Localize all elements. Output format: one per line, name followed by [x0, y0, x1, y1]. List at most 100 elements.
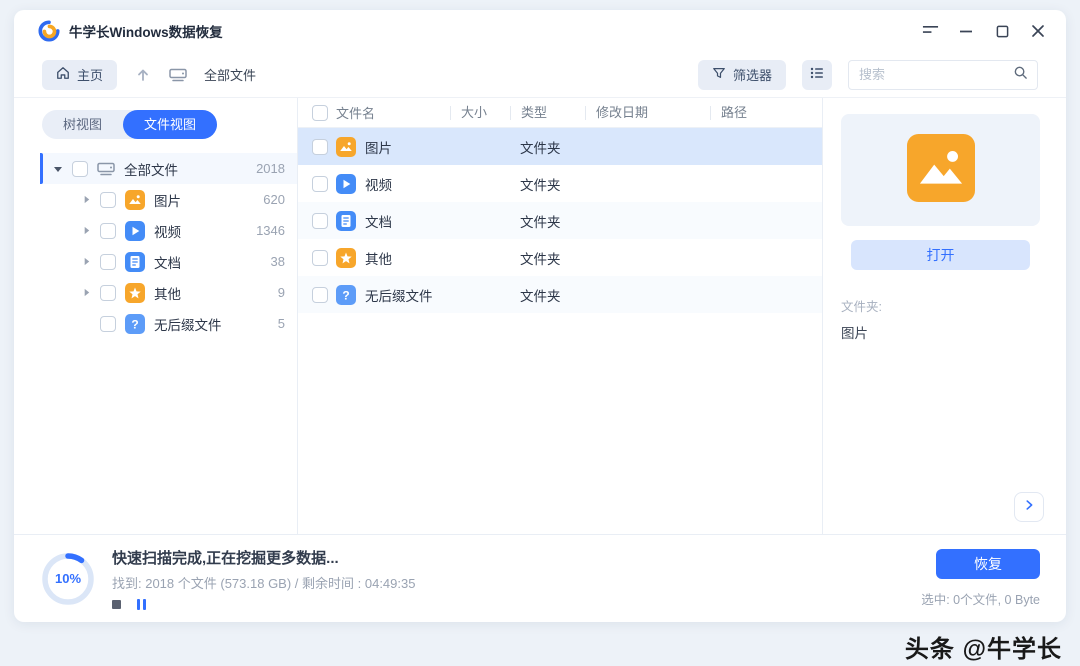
file-name: 文档	[365, 211, 392, 231]
tree-item-label: 视频	[154, 221, 256, 241]
menu-icon[interactable]	[920, 21, 940, 41]
recover-button[interactable]: 恢复	[936, 549, 1040, 579]
checkbox[interactable]	[100, 192, 116, 208]
watermark: 头条 @牛学长	[905, 629, 1062, 664]
table-row-no-extension[interactable]: ? 无后缀文件 文件夹	[298, 276, 822, 313]
tree-item-count: 38	[271, 254, 285, 269]
breadcrumb[interactable]: 全部文件	[169, 65, 256, 84]
app-logo-icon	[38, 20, 60, 42]
home-button[interactable]: 主页	[42, 60, 117, 90]
expand-arrow-icon[interactable]	[80, 194, 92, 206]
tab-file-view[interactable]: 文件视图	[123, 110, 217, 139]
tree-item-videos[interactable]: 视频 1346	[40, 215, 297, 246]
up-arrow-icon[interactable]	[135, 67, 151, 83]
view-options-button[interactable]	[802, 60, 832, 90]
next-page-button[interactable]	[1014, 492, 1044, 522]
column-header-name[interactable]: 文件名	[336, 103, 460, 122]
checkbox[interactable]	[100, 223, 116, 239]
preview-pane: 打开 文件夹: 图片	[822, 98, 1066, 534]
titlebar: 牛学长Windows数据恢复	[14, 10, 1066, 52]
app-window: 牛学长Windows数据恢复 主页	[14, 10, 1066, 622]
file-type: 文件夹	[520, 248, 595, 268]
image-icon	[907, 134, 975, 207]
checkbox[interactable]	[100, 254, 116, 270]
filter-button[interactable]: 筛选器	[698, 60, 786, 90]
file-name: 图片	[365, 137, 392, 157]
selection-info: 选中: 0个文件, 0 Byte	[921, 589, 1040, 608]
search-icon[interactable]	[1013, 65, 1028, 85]
preview-meta-label: 文件夹:	[841, 296, 1040, 315]
table-row-documents[interactable]: 文档 文件夹	[298, 202, 822, 239]
pause-button[interactable]	[137, 599, 146, 610]
video-icon	[125, 221, 145, 241]
tree-item-label: 无后缀文件	[154, 314, 278, 334]
tree-item-others[interactable]: 其他 9	[40, 277, 297, 308]
active-indicator	[40, 153, 43, 184]
table-row-others[interactable]: 其他 文件夹	[298, 239, 822, 276]
expand-arrow-icon[interactable]	[80, 256, 92, 268]
filter-button-label: 筛选器	[733, 65, 772, 84]
svg-text:?: ?	[342, 288, 349, 302]
preview-thumbnail	[841, 114, 1040, 226]
preview-meta-value: 图片	[841, 322, 1040, 342]
minimize-button[interactable]	[956, 21, 976, 41]
expand-arrow-icon[interactable]	[80, 225, 92, 237]
file-name: 其他	[365, 248, 392, 268]
file-type: 文件夹	[520, 137, 595, 157]
document-icon	[336, 211, 356, 231]
search-input[interactable]	[859, 67, 1007, 82]
tree-item-all-files[interactable]: 全部文件 2018	[40, 153, 297, 184]
main-content: 树视图 文件视图 全部文件 2018	[14, 98, 1066, 534]
drive-icon	[97, 161, 115, 177]
tree-item-documents[interactable]: 文档 38	[40, 246, 297, 277]
stop-button[interactable]	[112, 600, 121, 609]
status-detail: 找到: 2018 个文件 (573.18 GB) / 剩余时间 : 04:49:…	[112, 573, 415, 592]
file-type: 文件夹	[520, 285, 595, 305]
close-button[interactable]	[1028, 21, 1048, 41]
status-message: 快速扫描完成,正在挖掘更多数据...	[112, 547, 415, 568]
column-header-type[interactable]: 类型	[510, 106, 595, 120]
window-title: 牛学长Windows数据恢复	[69, 21, 223, 41]
image-icon	[125, 190, 145, 210]
tree-item-count: 620	[263, 192, 285, 207]
sidebar: 树视图 文件视图 全部文件 2018	[14, 98, 298, 534]
checkbox[interactable]	[312, 287, 328, 303]
checkbox[interactable]	[312, 139, 328, 155]
question-icon: ?	[125, 314, 145, 334]
checkbox[interactable]	[100, 285, 116, 301]
maximize-button[interactable]	[992, 21, 1012, 41]
file-name: 无后缀文件	[365, 285, 433, 305]
expand-arrow-icon[interactable]	[80, 287, 92, 299]
column-header-path[interactable]: 路径	[710, 106, 822, 120]
statusbar: 10% 快速扫描完成,正在挖掘更多数据... 找到: 2018 个文件 (573…	[14, 534, 1066, 622]
tree-item-no-extension[interactable]: ? 无后缀文件 5	[40, 308, 297, 339]
star-icon	[125, 283, 145, 303]
filter-icon	[712, 66, 726, 83]
tree-item-count: 5	[278, 316, 285, 331]
tree-item-label: 全部文件	[124, 159, 256, 179]
collapse-arrow-icon[interactable]	[52, 163, 64, 175]
search-box[interactable]	[848, 60, 1038, 90]
open-button[interactable]: 打开	[851, 240, 1030, 270]
table-row-videos[interactable]: 视频 文件夹	[298, 165, 822, 202]
checkbox[interactable]	[312, 250, 328, 266]
toolbar: 主页 全部文件 筛选器	[14, 52, 1066, 98]
file-type: 文件夹	[520, 211, 595, 231]
checkbox[interactable]	[312, 213, 328, 229]
tree-item-label: 图片	[154, 190, 263, 210]
breadcrumb-label: 全部文件	[204, 65, 256, 84]
select-all-checkbox[interactable]	[312, 105, 328, 121]
tab-tree-view[interactable]: 树视图	[42, 110, 123, 139]
drive-icon	[169, 67, 187, 83]
tree-item-count: 9	[278, 285, 285, 300]
checkbox[interactable]	[100, 316, 116, 332]
checkbox[interactable]	[72, 161, 88, 177]
checkbox[interactable]	[312, 176, 328, 192]
tree-item-images[interactable]: 图片 620	[40, 184, 297, 215]
chevron-right-icon	[1022, 498, 1036, 517]
table-header: 文件名 大小 类型 修改日期 路径	[298, 98, 822, 128]
table-row-images[interactable]: 图片 文件夹	[298, 128, 822, 165]
file-tree: 全部文件 2018 图片 620	[40, 153, 297, 339]
tree-item-label: 其他	[154, 283, 278, 303]
column-header-date[interactable]: 修改日期	[585, 106, 720, 120]
